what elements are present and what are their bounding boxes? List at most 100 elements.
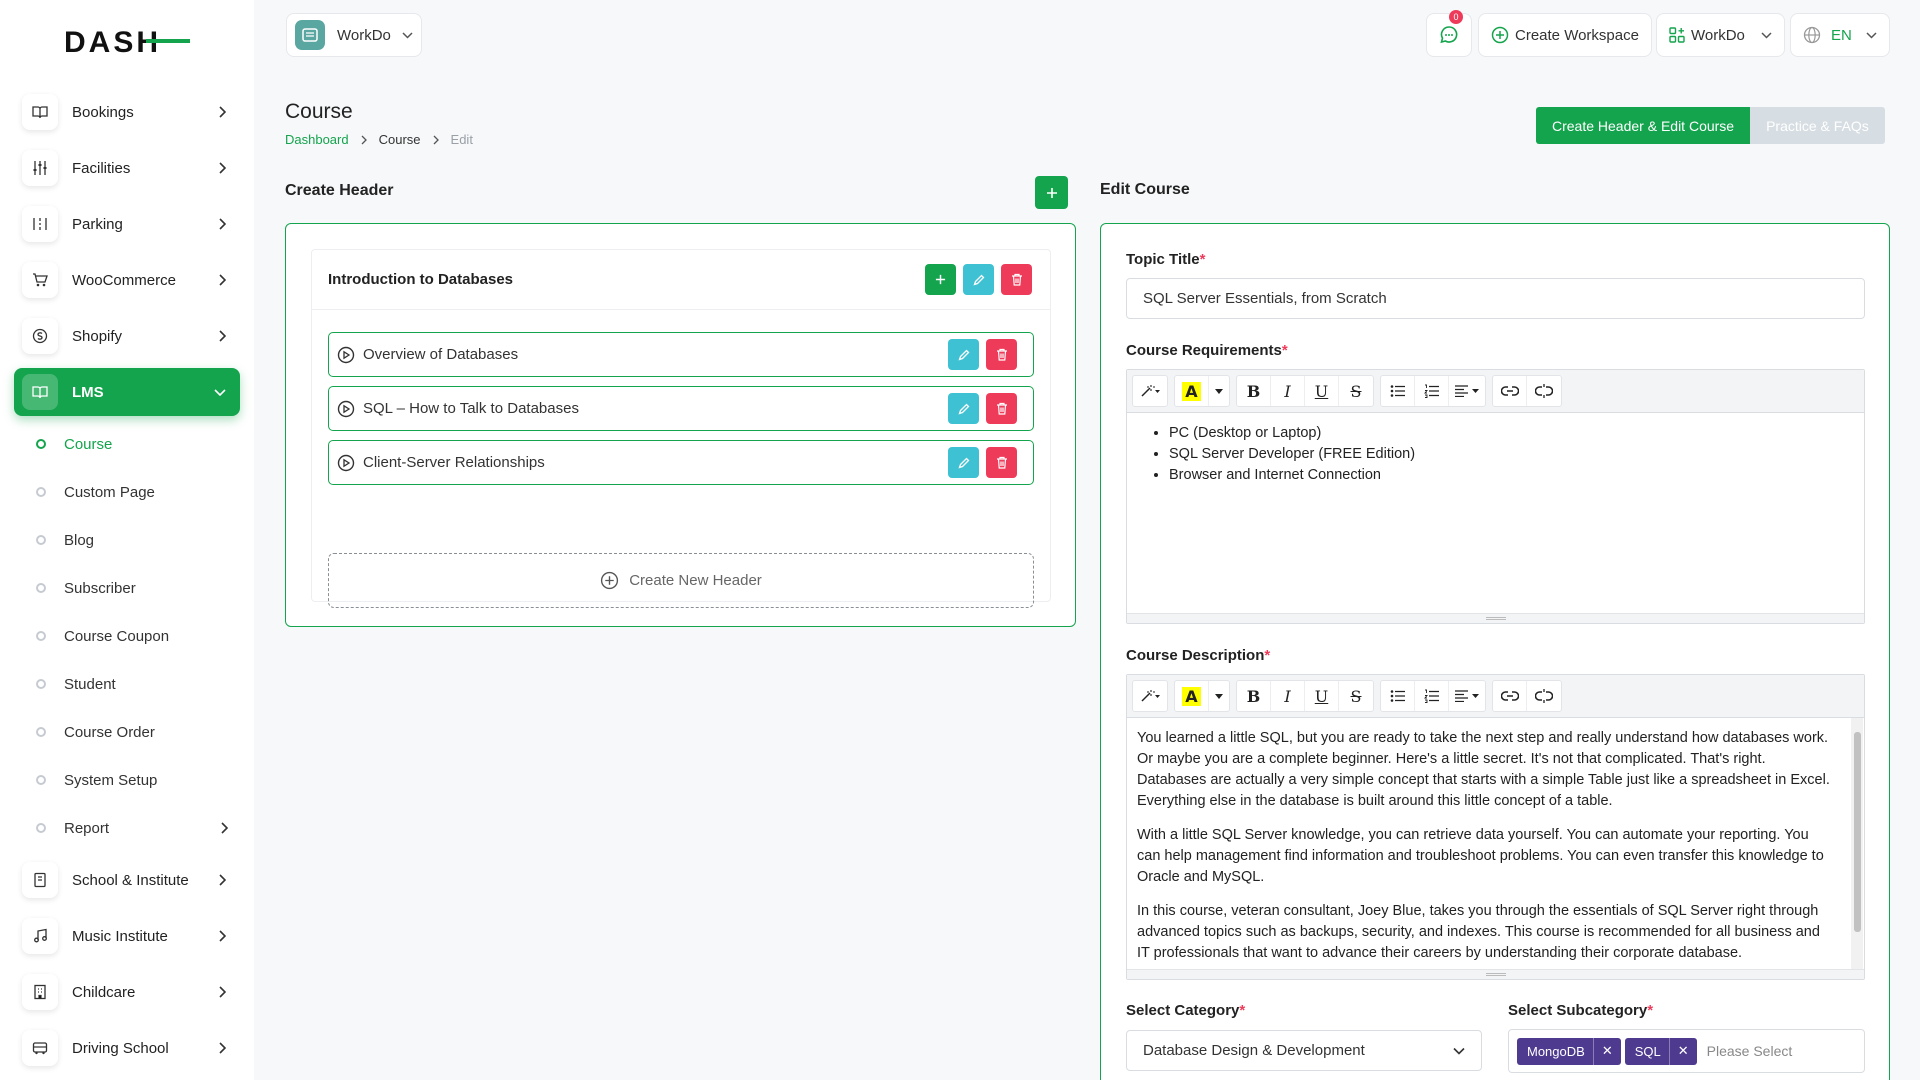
workdo-menu-button[interactable]: WorkDo [1656,13,1785,57]
italic-button[interactable]: I [1271,376,1305,406]
trash-icon [996,348,1007,361]
remove-chip-icon[interactable]: ✕ [1668,1037,1697,1065]
topic-title-input[interactable]: SQL Server Essentials, from Scratch [1126,278,1865,319]
lesson-row[interactable]: Client-Server Relationships [328,440,1034,485]
create-new-header-button[interactable]: Create New Header [328,553,1034,608]
sidebar-subitem-subscriber[interactable]: Subscriber [36,573,236,603]
header-section-title: Introduction to Databases [328,271,514,288]
edit-lesson-button[interactable] [948,339,979,370]
sidebar-item-music-institute[interactable]: Music Institute [14,912,240,960]
sidebar-item-bookings[interactable]: Bookings [14,88,240,136]
magic-wand-icon[interactable] [1133,681,1167,711]
bold-button[interactable]: B [1237,681,1271,711]
dash-logo[interactable]: DASH [64,26,190,56]
unlink-icon[interactable] [1527,376,1561,406]
underline-button[interactable]: U [1305,376,1339,406]
category-value: Database Design & Development [1143,1042,1365,1059]
building-icon [22,974,58,1010]
highlight-color-button[interactable]: A [1175,681,1209,711]
sidebar-item-label: Facilities [72,159,131,177]
sidebar-subitem-course-order[interactable]: Course Order [36,717,236,747]
chevron-right-icon [361,135,367,145]
sliders-icon [22,150,58,186]
link-icon[interactable] [1493,376,1527,406]
delete-lesson-button[interactable] [986,393,1017,424]
sidebar-item-label: Shopify [72,327,123,345]
bullet-icon [36,775,46,785]
sidebar-item-shopify[interactable]: Shopify [14,312,240,360]
editor-resize-handle[interactable] [1127,969,1864,979]
lesson-row[interactable]: Overview of Databases [328,332,1034,377]
tab-practice-faqs[interactable]: Practice & FAQs [1750,107,1885,144]
sidebar-item-lms[interactable]: LMS [14,368,240,416]
sidebar-subitem-student[interactable]: Student [36,669,236,699]
category-select[interactable]: Database Design & Development [1126,1030,1482,1071]
notifications-button[interactable]: 0 [1426,10,1472,57]
editor-toolbar: A B I U S [1127,370,1864,413]
edit-lesson-button[interactable] [948,447,979,478]
unlink-icon[interactable] [1527,681,1561,711]
language-selector[interactable]: EN [1790,13,1890,57]
edit-header-button[interactable] [963,264,994,295]
chevron-down-icon [402,31,413,39]
add-lesson-button[interactable] [925,264,956,295]
bullet-list-icon[interactable] [1381,681,1415,711]
highlight-color-button[interactable]: A [1175,376,1209,406]
editor-resize-handle[interactable] [1127,613,1864,623]
subitem-label: Blog [64,531,95,549]
add-header-button[interactable] [1035,176,1068,209]
delete-header-button[interactable] [1001,264,1032,295]
numbered-list-icon[interactable] [1415,376,1449,406]
tab-create-header-edit-course[interactable]: Create Header & Edit Course [1536,107,1751,144]
italic-button[interactable]: I [1271,681,1305,711]
pencil-icon [957,403,969,415]
sidebar-subitem-course-coupon[interactable]: Course Coupon [36,621,236,651]
strikethrough-button[interactable]: S [1339,376,1373,406]
sidebar-subitem-system-setup[interactable]: System Setup [36,765,236,795]
breadcrumb-course[interactable]: Course [379,132,421,147]
align-icon[interactable] [1449,376,1485,406]
align-icon[interactable] [1449,681,1485,711]
breadcrumb-dashboard[interactable]: Dashboard [285,132,349,147]
lesson-row[interactable]: SQL – How to Talk to Databases [328,386,1034,431]
workspace-selector[interactable]: WorkDo [286,13,422,57]
breadcrumb-edit: Edit [450,132,473,147]
sidebar-item-childcare[interactable]: Childcare [14,968,240,1016]
requirements-content[interactable]: PC (Desktop or Laptop) SQL Server Develo… [1127,413,1864,613]
bold-button[interactable]: B [1237,376,1271,406]
chevron-right-icon [218,930,226,942]
sidebar-item-parking[interactable]: Parking [14,200,240,248]
sidebar-item-school-institute[interactable]: School & Institute [14,856,240,904]
requirements-editor[interactable]: A B I U S PC (Desktop or Laptop) SQL Ser… [1126,369,1865,624]
sidebar-item-woocommerce[interactable]: WooCommerce [14,256,240,304]
sidebar-subitem-report[interactable]: Report [36,813,236,843]
chevron-down-icon [214,388,226,396]
sidebar-item-facilities[interactable]: Facilities [14,144,240,192]
plus-icon [935,274,946,285]
sidebar-subitem-custom-page[interactable]: Custom Page [36,477,236,507]
editor-scrollbar[interactable] [1851,718,1863,969]
subitem-label: Report [64,819,110,837]
sidebar-item-driving-school[interactable]: Driving School [14,1024,240,1072]
caret-down-icon[interactable] [1209,681,1229,711]
sidebar-subitem-blog[interactable]: Blog [36,525,236,555]
chevron-right-icon [218,218,226,230]
subcategory-multiselect[interactable]: MongoDB ✕ SQL ✕ Please Select [1508,1029,1865,1073]
create-workspace-button[interactable]: Create Workspace [1478,13,1652,57]
sidebar-item-label: Music Institute [72,927,168,945]
sidebar-subitem-course[interactable]: Course [36,429,236,459]
link-icon[interactable] [1493,681,1527,711]
remove-chip-icon[interactable]: ✕ [1592,1037,1621,1065]
strikethrough-button[interactable]: S [1339,681,1373,711]
underline-button[interactable]: U [1305,681,1339,711]
bullet-list-icon[interactable] [1381,376,1415,406]
caret-down-icon[interactable] [1209,376,1229,406]
delete-lesson-button[interactable] [986,339,1017,370]
edit-lesson-button[interactable] [948,393,979,424]
numbered-list-icon[interactable] [1415,681,1449,711]
chevron-down-icon [1453,1047,1465,1055]
description-editor[interactable]: A B I U S You learned a little SQL, but … [1126,674,1865,980]
delete-lesson-button[interactable] [986,447,1017,478]
magic-wand-icon[interactable] [1133,376,1167,406]
description-content[interactable]: You learned a little SQL, but you are re… [1127,718,1864,969]
